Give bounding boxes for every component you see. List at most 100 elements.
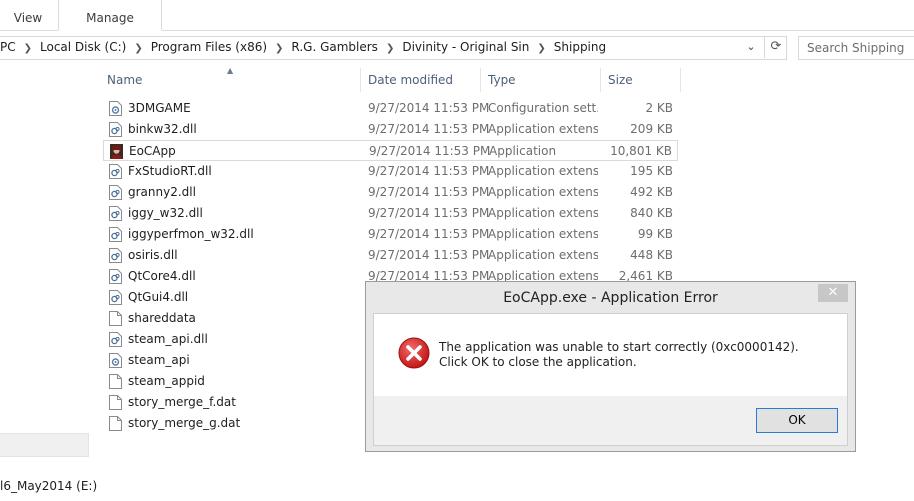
- dll-file-icon: [109, 206, 122, 221]
- breadcrumb-divinity[interactable]: Divinity - Original Sin: [402, 36, 529, 58]
- file-date: 9/27/2014 11:53 PM: [368, 206, 490, 220]
- file-date: 9/27/2014 11:53 PM: [368, 248, 490, 262]
- chevron-down-icon[interactable]: ⌄: [742, 40, 760, 56]
- file-name: story_merge_g.dat: [128, 416, 241, 430]
- chevron-right-icon[interactable]: ❯: [275, 38, 283, 60]
- file-name: osiris.dll: [128, 248, 178, 262]
- file-name: 3DMGAME: [128, 101, 191, 115]
- file-name: story_merge_f.dat: [128, 395, 236, 409]
- column-divider[interactable]: [480, 68, 481, 92]
- refresh-icon[interactable]: ⟳: [764, 36, 787, 58]
- file-icon: [109, 311, 122, 326]
- file-name: iggyperfmon_w32.dll: [128, 227, 254, 241]
- file-name: iggy_w32.dll: [128, 206, 203, 220]
- table-row[interactable]: osiris.dll 9/27/2014 11:53 PM Application …: [103, 245, 678, 266]
- column-divider[interactable]: [680, 68, 681, 92]
- file-date: 9/27/2014 11:53 PM: [368, 185, 490, 199]
- app-icon: [110, 144, 123, 159]
- column-divider[interactable]: [360, 68, 361, 92]
- file-size: 99 KB: [637, 227, 673, 241]
- breadcrumb-local-disk[interactable]: Local Disk (C:): [40, 36, 126, 58]
- dll-file-icon: [109, 122, 122, 137]
- close-button[interactable]: ✕: [818, 284, 848, 302]
- file-name: binkw32.dll: [128, 122, 197, 136]
- column-header-size[interactable]: Size: [608, 68, 633, 92]
- file-name: EoCApp: [129, 144, 176, 158]
- dll-file-icon: [109, 185, 122, 200]
- dll-file-icon: [109, 164, 122, 179]
- breadcrumb: PC ❯ Local Disk (C:) ❯ Program Files (x86) ❯ R…: [0, 36, 606, 58]
- file-type: Configuration sett...: [488, 101, 598, 115]
- search-placeholder: Search Shipping: [807, 41, 905, 55]
- sort-ascending-icon: ▲: [227, 66, 234, 75]
- tab-manage[interactable]: Manage: [58, 0, 162, 31]
- file-type: Application extens...: [488, 206, 598, 220]
- file-type: Application extens...: [488, 227, 598, 241]
- file-size: 840 KB: [630, 206, 673, 220]
- file-name: QtGui4.dll: [128, 290, 189, 304]
- file-type: Application extens...: [488, 164, 598, 178]
- file-date: 9/27/2014 11:53 PM: [369, 144, 491, 158]
- file-type: Application: [489, 144, 557, 158]
- table-row[interactable]: granny2.dll 9/27/2014 11:53 PM Application…: [103, 182, 678, 203]
- file-name: QtCore4.dll: [128, 269, 196, 283]
- breadcrumb-pc[interactable]: PC: [0, 36, 16, 58]
- file-size: 195 KB: [630, 164, 673, 178]
- chevron-right-icon[interactable]: ❯: [24, 38, 32, 60]
- file-size: 209 KB: [630, 122, 673, 136]
- dll-file-icon: [109, 269, 122, 284]
- nav-item-drive[interactable]: l6_May2014 (E:): [0, 479, 97, 493]
- file-icon: [109, 395, 122, 410]
- dll-file-icon: [109, 248, 122, 263]
- breadcrumb-program-files[interactable]: Program Files (x86): [151, 36, 267, 58]
- ribbon: View Manage: [0, 0, 914, 31]
- dialog-message: The application was unable to start corr…: [439, 340, 799, 369]
- dll-file-icon: [109, 227, 122, 242]
- table-row[interactable]: iggy_w32.dll 9/27/2014 11:53 PM Applicatio…: [103, 203, 678, 224]
- file-date: 9/27/2014 11:53 PM: [368, 122, 490, 136]
- chevron-right-icon[interactable]: ❯: [134, 38, 142, 60]
- breadcrumb-rg-gamblers[interactable]: R.G. Gamblers: [291, 36, 378, 58]
- file-type: Application extens...: [488, 185, 598, 199]
- file-icon: [109, 416, 122, 431]
- dialog-body: The application was unable to start corr…: [373, 313, 848, 446]
- file-size: 492 KB: [630, 185, 673, 199]
- search-input[interactable]: Search Shipping: [798, 36, 914, 60]
- dll-file-icon: [109, 332, 122, 347]
- file-name: steam_api.dll: [128, 332, 208, 346]
- ok-button[interactable]: OK: [756, 408, 838, 433]
- config-file-icon: [109, 353, 122, 368]
- file-size: 448 KB: [630, 248, 673, 262]
- table-row[interactable]: binkw32.dll 9/27/2014 11:53 PM Application…: [103, 119, 678, 140]
- chevron-right-icon[interactable]: ❯: [386, 38, 394, 60]
- file-size: 2 KB: [645, 101, 673, 115]
- file-date: 9/27/2014 11:53 PM: [368, 227, 490, 241]
- file-type: Application extens...: [488, 122, 598, 136]
- error-dialog: EoCApp.exe - Application Error ✕ The app…: [365, 281, 856, 452]
- file-icon: [109, 374, 122, 389]
- file-name: granny2.dll: [128, 185, 196, 199]
- breadcrumb-shipping[interactable]: Shipping: [554, 36, 606, 58]
- file-name: steam_api: [128, 353, 190, 367]
- file-name: steam_appid: [128, 374, 205, 388]
- file-name: FxStudioRT.dll: [128, 164, 212, 178]
- file-name: shareddata: [128, 311, 196, 325]
- file-size: 10,801 KB: [610, 144, 672, 158]
- tab-view[interactable]: View: [0, 0, 56, 30]
- dll-file-icon: [109, 290, 122, 305]
- file-date: 9/27/2014 11:53 PM: [368, 164, 490, 178]
- column-header-date[interactable]: Date modified: [368, 68, 453, 92]
- column-header-type[interactable]: Type: [488, 68, 516, 92]
- table-row[interactable]: iggyperfmon_w32.dll 9/27/2014 11:53 PM App…: [103, 224, 678, 245]
- chevron-right-icon[interactable]: ❯: [537, 38, 545, 60]
- dialog-title[interactable]: EoCApp.exe - Application Error: [366, 282, 855, 314]
- config-file-icon: [109, 101, 122, 116]
- table-row[interactable]: EoCApp 9/27/2014 11:53 PM Application 10,80…: [103, 140, 678, 161]
- table-row[interactable]: 3DMGAME 9/27/2014 11:53 PM Configuration s…: [103, 98, 678, 119]
- table-row[interactable]: FxStudioRT.dll 9/27/2014 11:53 PM Applicat…: [103, 161, 678, 182]
- nav-selected-item[interactable]: [0, 433, 89, 457]
- column-divider[interactable]: [600, 68, 601, 92]
- file-type: Application extens...: [488, 248, 598, 262]
- file-date: 9/27/2014 11:53 PM: [368, 101, 490, 115]
- column-header-name[interactable]: Name: [107, 68, 142, 92]
